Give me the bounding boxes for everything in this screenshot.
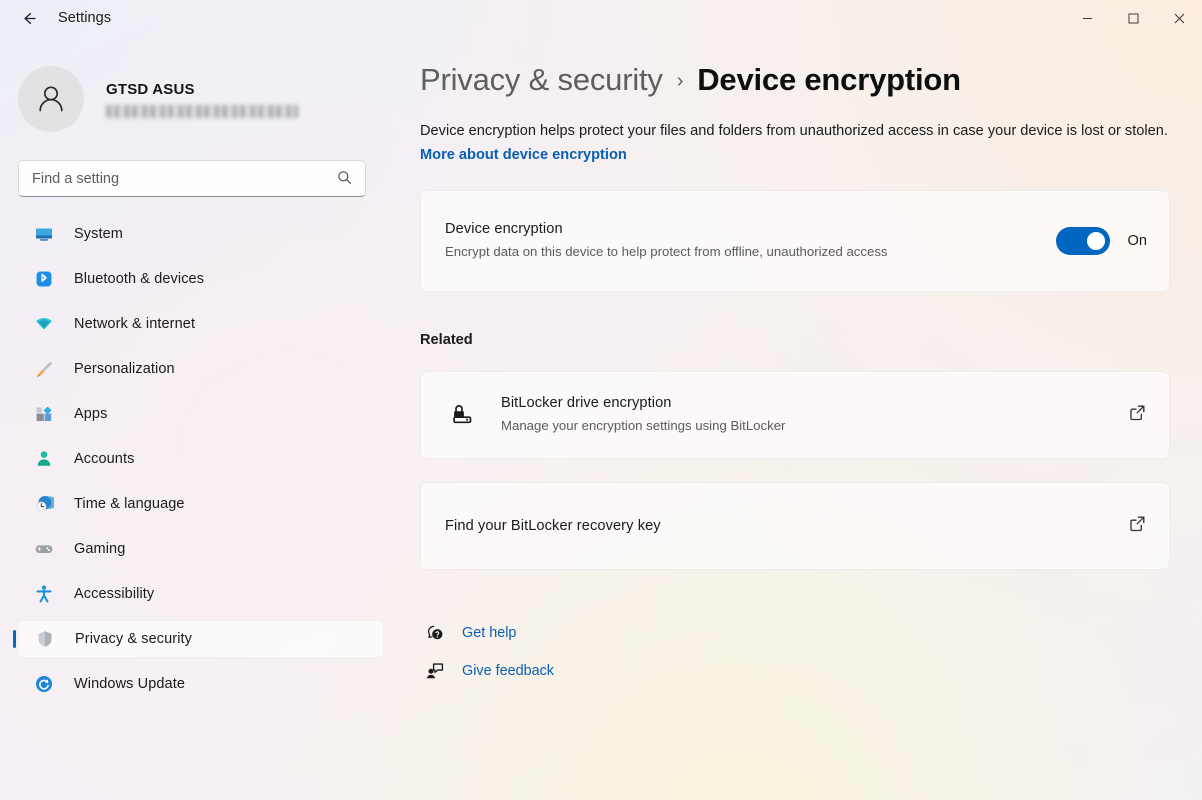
avatar (18, 66, 84, 132)
sidebar-item-privacy-security[interactable]: Privacy & security (13, 620, 384, 658)
sidebar-item-label: Apps (74, 406, 108, 422)
more-about-device-encryption-link[interactable]: More about device encryption (420, 147, 627, 163)
bitlocker-drive-lock-icon (445, 402, 479, 428)
sidebar-nav: System Bluetooth & devices Network & int… (0, 215, 396, 703)
get-help-link[interactable]: Get help (420, 614, 516, 652)
sidebar-item-label: Accounts (74, 451, 135, 467)
toggle-knob (1086, 232, 1105, 251)
sidebar-item-label: Personalization (74, 361, 175, 377)
account-name: GTSD ASUS (106, 80, 195, 98)
sidebar-item-system[interactable]: System (18, 215, 384, 253)
sidebar-item-label: Time & language (74, 496, 185, 512)
help-question-bubble-icon (420, 623, 450, 643)
page-description-text: Device encryption helps protect your fil… (420, 123, 1168, 139)
sidebar-item-label: Network & internet (74, 316, 196, 332)
give-feedback-label: Give feedback (462, 663, 554, 680)
bitlocker-recovery-key-card[interactable]: Find your BitLocker recovery key (420, 482, 1170, 571)
gamepad-icon (32, 539, 56, 559)
recovery-key-card-title: Find your BitLocker recovery key (445, 518, 661, 535)
close-button[interactable] (1156, 0, 1202, 36)
breadcrumb-parent[interactable]: Privacy & security (420, 62, 663, 98)
window-title: Settings (58, 10, 112, 26)
give-feedback-link[interactable]: Give feedback (420, 652, 554, 690)
maximize-button[interactable] (1110, 0, 1156, 36)
sidebar-item-time-language[interactable]: Time & language (18, 485, 384, 523)
footer-links: Get help Give feedback (420, 614, 1170, 690)
sidebar: GTSD ASUS System (0, 36, 396, 800)
accounts-person-icon (32, 449, 56, 469)
sidebar-item-gaming[interactable]: Gaming (18, 530, 384, 568)
account-email-redacted (106, 104, 298, 118)
bluetooth-icon (32, 269, 56, 289)
system-monitor-icon (32, 224, 56, 244)
search-icon (337, 170, 352, 190)
device-encryption-card: Device encryption Encrypt data on this d… (420, 190, 1170, 293)
sidebar-item-apps[interactable]: Apps (18, 395, 384, 433)
device-encryption-toggle[interactable] (1055, 227, 1110, 256)
window-controls (1064, 0, 1202, 36)
bitlocker-drive-encryption-card[interactable]: BitLocker drive encryption Manage your e… (420, 371, 1170, 460)
main-content: Privacy & security › Device encryption D… (396, 36, 1202, 800)
person-avatar-icon (39, 86, 63, 112)
clock-globe-icon (32, 494, 56, 514)
bitlocker-card-title: BitLocker drive encryption (501, 394, 672, 411)
windows-update-icon (32, 674, 56, 694)
sidebar-item-label: Privacy & security (75, 631, 193, 647)
maximize-icon (1128, 13, 1138, 23)
close-icon (1174, 13, 1184, 23)
chevron-right-icon: › (676, 70, 684, 92)
page-description: Device encryption helps protect your fil… (420, 120, 1170, 167)
apps-grid-icon (32, 404, 56, 424)
minimize-icon (1082, 17, 1092, 19)
title-bar: Settings (0, 0, 1202, 36)
sidebar-item-label: Windows Update (74, 676, 186, 692)
breadcrumb: Privacy & security › Device encryption (420, 62, 1170, 98)
device-encryption-toggle-state: On (1127, 233, 1147, 250)
sidebar-item-label: System (74, 226, 123, 242)
feedback-person-bubble-icon (420, 661, 450, 681)
sidebar-item-personalization[interactable]: Personalization (18, 350, 384, 388)
bitlocker-card-subtitle: Manage your encryption settings using Bi… (501, 417, 786, 433)
external-link-icon (1128, 403, 1147, 427)
shield-icon (33, 629, 57, 649)
accessibility-icon (32, 584, 56, 604)
sidebar-item-windows-update[interactable]: Windows Update (18, 665, 384, 703)
sidebar-item-label: Accessibility (74, 586, 155, 602)
sidebar-item-accessibility[interactable]: Accessibility (18, 575, 384, 613)
back-button[interactable] (10, 2, 46, 34)
get-help-label: Get help (462, 625, 517, 642)
sidebar-item-label: Bluetooth & devices (74, 271, 205, 287)
paintbrush-icon (32, 359, 56, 379)
external-link-icon (1128, 514, 1147, 538)
back-arrow-icon (23, 12, 36, 24)
sidebar-item-label: Gaming (74, 541, 126, 557)
sidebar-item-accounts[interactable]: Accounts (18, 440, 384, 478)
device-encryption-subtitle: Encrypt data on this device to help prot… (445, 243, 888, 259)
sidebar-item-network-internet[interactable]: Network & internet (18, 305, 384, 343)
sidebar-item-bluetooth-devices[interactable]: Bluetooth & devices (18, 260, 384, 298)
related-heading: Related (420, 332, 473, 349)
minimize-button[interactable] (1064, 0, 1110, 36)
account-card[interactable]: GTSD ASUS (18, 66, 396, 132)
device-encryption-title: Device encryption (445, 220, 563, 237)
page-title: Device encryption (697, 62, 961, 97)
search-input[interactable] (32, 170, 312, 187)
wifi-icon (32, 314, 56, 334)
search-box[interactable] (18, 160, 366, 197)
